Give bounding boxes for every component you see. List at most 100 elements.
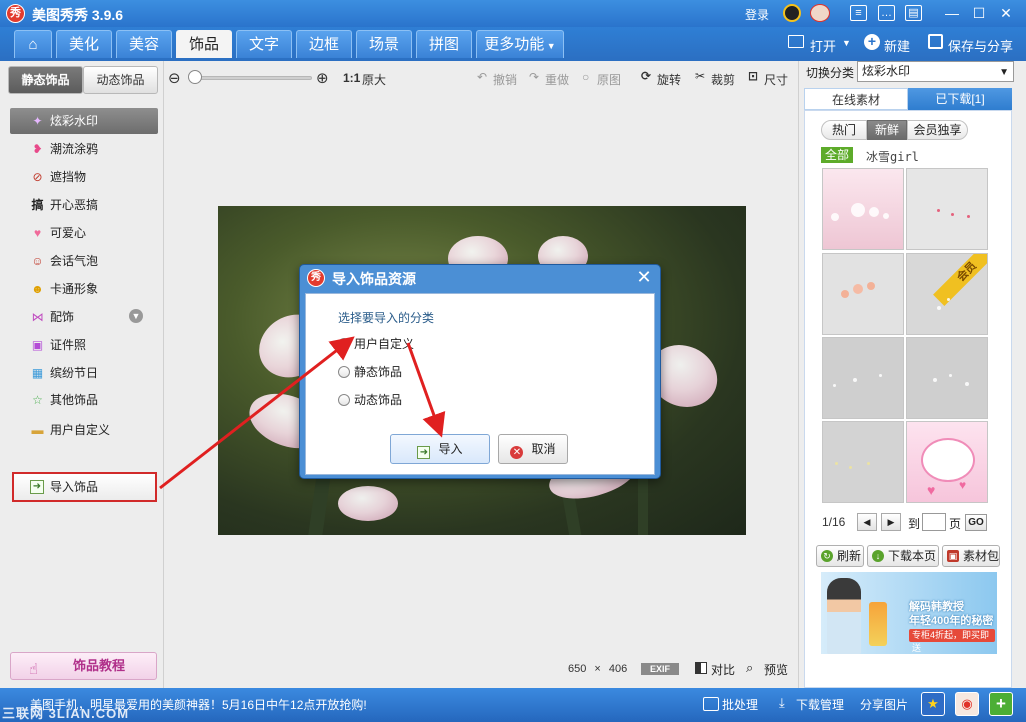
category-item[interactable]: ⊘ 遮挡物: [10, 164, 158, 190]
material-thumbnail[interactable]: 会员: [906, 253, 988, 335]
tab-home[interactable]: ⌂: [14, 30, 52, 58]
category-item[interactable]: ▣ 证件照: [10, 332, 158, 358]
redo-button[interactable]: 重做: [545, 71, 569, 88]
expand-chevron-icon[interactable]: ▼: [129, 309, 143, 323]
rotate-button[interactable]: 旋转: [657, 71, 681, 88]
share-image-button[interactable]: 分享图片: [860, 696, 908, 713]
new-button[interactable]: 新建: [884, 36, 910, 55]
bubble-icon: ☺: [31, 254, 44, 268]
subtab-dynamic-decorations[interactable]: 动态饰品: [83, 66, 158, 94]
page-number-input[interactable]: [922, 513, 946, 531]
compare-button[interactable]: 对比: [711, 661, 735, 678]
category-item[interactable]: ▦ 缤纷节日: [10, 360, 158, 386]
prev-page-icon[interactable]: ◀: [857, 513, 877, 531]
material-thumbnail[interactable]: [822, 168, 904, 250]
weibo-share-icon[interactable]: ◉: [955, 692, 979, 716]
ad-promo: 专柜4折起，即买即送: [909, 629, 995, 653]
cancel-icon: ✕: [510, 446, 524, 459]
filter-new[interactable]: 新鲜: [867, 120, 907, 140]
batch-process-button[interactable]: 批处理: [722, 696, 758, 713]
decoration-tutorial-button[interactable]: ☝ 饰品教程: [10, 652, 157, 680]
radio-button[interactable]: [338, 366, 350, 378]
tab-scene[interactable]: 场景: [356, 30, 412, 58]
maximize-icon[interactable]: ☐: [970, 4, 988, 22]
tab-online-materials[interactable]: 在线素材: [804, 88, 908, 110]
material-thumbnail[interactable]: [906, 337, 988, 419]
download-manager-button[interactable]: 下载管理: [796, 696, 844, 713]
feedback-icon[interactable]: …: [878, 5, 895, 21]
go-page-button[interactable]: GO: [965, 514, 987, 531]
download-page-button[interactable]: ↓ 下载本页: [867, 545, 939, 567]
material-package-button[interactable]: ▣ 素材包: [942, 545, 1000, 567]
category-item[interactable]: ✦ 炫彩水印: [10, 108, 158, 134]
radio-static[interactable]: 静态饰品: [338, 363, 402, 381]
subtab-static-decorations[interactable]: 静态饰品: [8, 66, 83, 94]
ad-banner[interactable]: 解码韩教授 年轻400年的秘密 专柜4折起，即买即送: [821, 572, 997, 654]
filter-name-tag[interactable]: 冰雪girl: [866, 148, 919, 165]
original-size-button[interactable]: 原大: [362, 71, 386, 88]
category-label: 遮挡物: [50, 170, 87, 184]
material-thumbnail[interactable]: ♥ ♥: [906, 421, 988, 503]
zoom-ratio[interactable]: 1:1: [343, 71, 360, 85]
login-link[interactable]: 登录: [745, 6, 769, 23]
close-icon[interactable]: ✕: [997, 4, 1015, 22]
tab-beautify[interactable]: 美化: [56, 30, 112, 58]
material-thumbnail[interactable]: [822, 253, 904, 335]
dialog-close-icon[interactable]: ✕: [633, 266, 655, 288]
switch-category-select[interactable]: 炫彩水印 ▼: [857, 61, 1014, 82]
category-item[interactable]: ▬ 用户自定义: [10, 417, 158, 443]
tab-collage[interactable]: 拼图: [416, 30, 472, 58]
radio-button[interactable]: [338, 394, 350, 406]
zoom-slider-handle[interactable]: [188, 70, 202, 84]
material-thumbnail[interactable]: [822, 421, 904, 503]
material-thumbnail[interactable]: [822, 337, 904, 419]
exif-button[interactable]: EXIF: [641, 663, 679, 675]
size-button[interactable]: 尺寸: [764, 71, 788, 88]
category-item[interactable]: ☺ 会话气泡: [10, 248, 158, 274]
qq-icon[interactable]: [783, 4, 801, 22]
skin-icon[interactable]: ▤: [905, 5, 922, 21]
open-dropdown-icon[interactable]: ▼: [842, 38, 851, 48]
save-share-button[interactable]: 保存与分享: [948, 36, 1013, 55]
radio-dynamic[interactable]: 动态饰品: [338, 391, 402, 409]
tab-text[interactable]: 文字: [236, 30, 292, 58]
dialog-import-button[interactable]: ➜ 导入: [390, 434, 490, 464]
category-item[interactable]: ☆ 其他饰品: [10, 387, 158, 413]
filter-hot[interactable]: 热门: [821, 120, 867, 140]
tab-more[interactable]: 更多功能 ▼: [476, 30, 564, 58]
minimize-icon[interactable]: —: [943, 4, 961, 22]
notes-icon[interactable]: ≡: [850, 5, 867, 21]
weibo-icon[interactable]: [810, 4, 830, 22]
category-item[interactable]: 搞开心恶搞: [10, 192, 158, 218]
filter-all-tag[interactable]: 全部: [821, 147, 853, 163]
material-thumbnail[interactable]: [906, 168, 988, 250]
refresh-button[interactable]: ↻ 刷新: [816, 545, 864, 567]
radio-button[interactable]: [338, 338, 350, 350]
tab-downloaded[interactable]: 已下载[1]: [908, 88, 1012, 110]
tab-border[interactable]: 边框: [296, 30, 352, 58]
status-ticker[interactable]: 美图手机，明星最爱用的美颜神器！5月16日中午12点开放抢购!: [30, 696, 367, 713]
zoom-out-icon[interactable]: ⊖: [168, 69, 181, 87]
zoom-in-icon[interactable]: ⊕: [316, 69, 329, 87]
category-item[interactable]: ❥ 潮流涂鸦: [10, 136, 158, 162]
filter-vip[interactable]: 会员独享: [907, 120, 968, 140]
more-share-plus-icon[interactable]: +: [989, 692, 1013, 716]
category-item[interactable]: ☻ 卡通形象: [10, 276, 158, 302]
undo-button[interactable]: 撤销: [493, 71, 517, 88]
original-image-button[interactable]: 原图: [597, 71, 621, 88]
tab-decoration[interactable]: 饰品: [176, 30, 232, 58]
preview-button[interactable]: 预览: [764, 661, 788, 678]
open-button[interactable]: 打开: [810, 36, 836, 55]
qzone-star-icon[interactable]: ★: [921, 692, 945, 716]
tab-face[interactable]: 美容: [116, 30, 172, 58]
category-item[interactable]: ♥ 可爱心: [10, 220, 158, 246]
radio-label: 静态饰品: [354, 365, 403, 379]
dialog-title: 导入饰品资源: [332, 271, 416, 287]
radio-user-defined[interactable]: 用户自定义: [338, 335, 414, 353]
dialog-cancel-button[interactable]: ✕ 取消: [498, 434, 568, 464]
next-page-icon[interactable]: ▶: [881, 513, 901, 531]
crop-button[interactable]: 裁剪: [711, 71, 735, 88]
import-decoration-button[interactable]: ➜ 导入饰品: [12, 472, 157, 502]
zoom-slider[interactable]: [190, 76, 312, 80]
refresh-label: 刷新: [837, 549, 862, 563]
